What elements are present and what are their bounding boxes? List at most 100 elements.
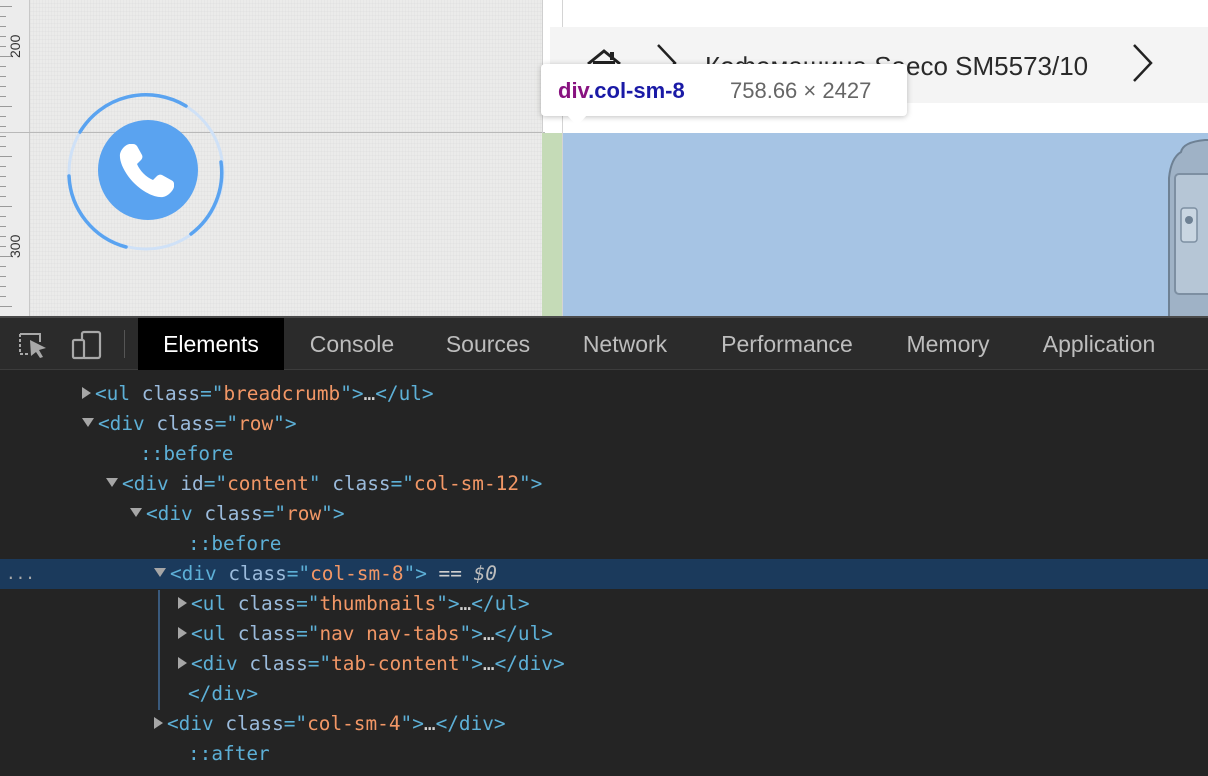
ruler-tick (0, 286, 6, 287)
node-actions-ellipsis[interactable]: ... (6, 559, 35, 589)
collapsed-triangle-icon[interactable] (154, 716, 163, 729)
dom-node-line[interactable]: ::after (0, 739, 1208, 769)
dom-node-content: <div class="row"> (130, 499, 345, 529)
dom-node-content: ::before (140, 439, 233, 469)
tab-performance[interactable]: Performance (694, 318, 880, 370)
ruler-tick (0, 126, 6, 127)
dom-node-line[interactable]: <div class="col-sm-4">…</div> (0, 709, 1208, 739)
tab-memory[interactable]: Memory (880, 318, 1016, 370)
ruler-label-300: 300 (7, 234, 23, 258)
dom-token: <div (170, 562, 229, 585)
dom-node-line[interactable]: <div class="row"> (0, 409, 1208, 439)
ruler-tick (0, 226, 6, 227)
dom-token: </ul> (494, 622, 553, 645)
dom-token: … (482, 622, 495, 645)
dom-token: "> (459, 622, 483, 645)
dom-node-line[interactable]: <div id="content" class="col-sm-12"> (0, 469, 1208, 499)
dom-token: " (308, 472, 333, 495)
dom-token: "> (273, 412, 297, 435)
ruler-tick (0, 236, 6, 237)
dom-node-line[interactable]: ::before (0, 529, 1208, 559)
collapsed-triangle-icon[interactable] (82, 386, 91, 399)
dom-node-content: <ul class="thumbnails">…</ul> (178, 589, 530, 619)
dom-token: class (237, 592, 297, 615)
expanded-triangle-icon[interactable] (106, 478, 118, 487)
tab-sources[interactable]: Sources (420, 318, 556, 370)
tooltip-arrow (566, 114, 588, 126)
dom-node-content: <ul class="nav nav-tabs">…</ul> (178, 619, 553, 649)
tooltip-tag-name: div (558, 78, 589, 103)
dom-node-line[interactable]: <ul class="breadcrumb">…</ul> (0, 379, 1208, 409)
tab-elements[interactable]: Elements (138, 318, 284, 370)
dom-node-content: ::after (188, 739, 270, 769)
dom-token: tab-content (331, 652, 460, 675)
dom-node-line[interactable]: <div class="tab-content">…</div> (0, 649, 1208, 679)
dom-token: col-sm-12 (413, 472, 519, 495)
tab-console[interactable]: Console (284, 318, 420, 370)
dom-token: "> (403, 562, 427, 585)
inspect-element-icon[interactable] (18, 332, 48, 358)
dom-token: class (249, 652, 308, 675)
ruler-tick (0, 266, 6, 267)
dom-token: "> (436, 592, 460, 615)
dom-node-content: </div> (188, 679, 258, 709)
collapsed-triangle-icon[interactable] (178, 596, 187, 609)
ruler-tick (0, 156, 12, 157)
ruler-label-200: 200 (7, 34, 23, 58)
dom-token: class (332, 472, 391, 495)
ruler-tick (0, 86, 6, 87)
dom-node-content: <ul class="breadcrumb">…</ul> (82, 379, 434, 409)
ruler-tick (0, 96, 6, 97)
dom-node-line[interactable]: ... <div class="col-sm-8"> == $0 (0, 559, 1208, 589)
dom-token: col-sm-8 (310, 562, 404, 585)
dom-token: thumbnails (319, 592, 437, 615)
dom-token: =" (307, 652, 332, 675)
tab-network[interactable]: Network (556, 318, 694, 370)
dom-token: class (141, 382, 201, 405)
dom-token: "> (400, 712, 424, 735)
expanded-triangle-icon[interactable] (82, 418, 94, 427)
dom-node-content: <div class="col-sm-4">…</div> (154, 709, 506, 739)
dom-token: =" (214, 412, 239, 435)
device-toolbar-icon[interactable] (70, 330, 104, 360)
tab-application[interactable]: Application (1016, 318, 1182, 370)
dom-node-content: ::before (188, 529, 281, 559)
dom-token: =" (296, 592, 320, 615)
dom-token: ::after (188, 742, 270, 765)
dom-token: <ul (95, 382, 142, 405)
ruler-tick (0, 176, 6, 177)
ruler-tick (0, 166, 6, 167)
ruler-tick (0, 306, 12, 307)
dom-node-line[interactable]: </div> (0, 679, 1208, 709)
coffee-machine-image (1168, 139, 1208, 316)
vertical-ruler: 200 300 (0, 0, 30, 316)
ruler-tick (0, 16, 6, 17)
element-inspect-tooltip: div.col-sm-8 758.66 × 2427 (541, 64, 907, 126)
expanded-triangle-icon[interactable] (154, 568, 166, 577)
dom-node-line[interactable]: <ul class="nav nav-tabs">…</ul> (0, 619, 1208, 649)
expanded-triangle-icon[interactable] (130, 508, 142, 517)
dom-token: nav nav-tabs (319, 622, 460, 645)
dom-token: =" (200, 382, 224, 405)
element-content-highlight (563, 133, 1208, 316)
dom-node-line[interactable]: ::before (0, 439, 1208, 469)
ruler-tick (0, 76, 6, 77)
ruler-tick (0, 206, 12, 207)
dom-token: class (225, 712, 284, 735)
dom-node-line[interactable]: <div class="row"> (0, 499, 1208, 529)
dom-node-line[interactable]: <ul class="thumbnails">…</ul> (0, 589, 1208, 619)
dom-token: </div> (435, 712, 506, 735)
page-viewport: 200 300 Кофемашина Saeco SM5573/10 (0, 0, 1208, 316)
callback-phone-button[interactable] (98, 120, 198, 220)
phone-icon (119, 144, 174, 198)
devtools-toolbar: Elements Console Sources Network Performance… (0, 318, 1208, 370)
dom-token: row (286, 502, 322, 525)
dom-node-content: <div class="tab-content">…</div> (178, 649, 565, 679)
collapsed-triangle-icon[interactable] (178, 656, 187, 669)
dom-token: <div (122, 472, 181, 495)
tooltip-dimensions: 758.66 × 2427 (730, 78, 872, 103)
collapsed-triangle-icon[interactable] (178, 626, 187, 639)
dom-token: … (482, 652, 495, 675)
dom-token: class (237, 622, 297, 645)
chevron-right-icon (1133, 44, 1153, 82)
